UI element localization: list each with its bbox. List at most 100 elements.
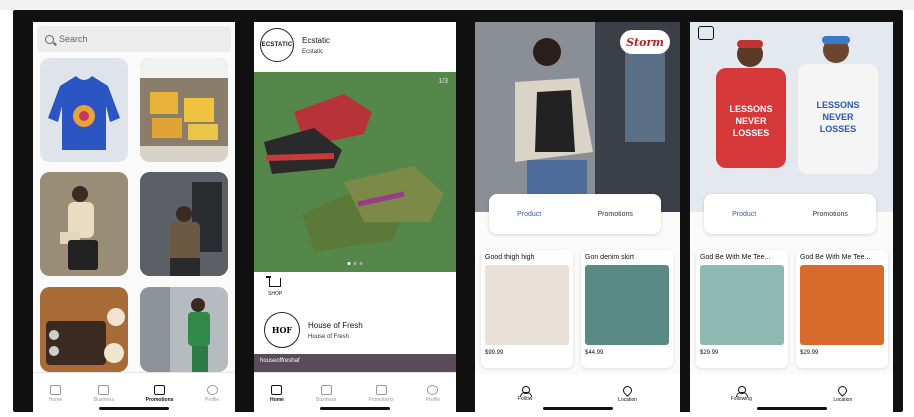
- tile-blue-hoodie[interactable]: [40, 58, 128, 162]
- gbwm-logo-icon: [698, 26, 714, 40]
- tab-business[interactable]: Business: [316, 384, 337, 403]
- man-green-image: [140, 287, 228, 372]
- profile-icon: [206, 384, 218, 395]
- store-hero-image: Storm: [475, 22, 680, 212]
- product-title: Good thigh high: [485, 254, 535, 261]
- tab-home[interactable]: Home: [270, 384, 284, 403]
- store2-name: House of Fresh: [308, 320, 363, 330]
- svg-text:LOSSES: LOSSES: [820, 124, 857, 134]
- tab-business-label: Business: [316, 396, 337, 403]
- location-label: Location: [618, 396, 638, 403]
- hof-logo: HOF: [264, 312, 300, 348]
- product-image: [485, 265, 569, 345]
- profile-icon: [427, 384, 439, 395]
- tab-profile[interactable]: Profile: [205, 384, 220, 403]
- segment-product[interactable]: Product: [517, 211, 541, 218]
- location-button[interactable]: Location: [618, 383, 638, 403]
- svg-text:LOSSES: LOSSES: [733, 128, 770, 138]
- product-price: $29.99: [800, 350, 819, 356]
- image-counter: 1/3: [438, 78, 448, 85]
- product-price: $29.99: [700, 350, 719, 356]
- search-bar[interactable]: Search: [37, 26, 231, 52]
- location-button[interactable]: Location: [833, 383, 853, 403]
- product-card[interactable]: God Be With Me Tee... $29.99: [696, 250, 788, 368]
- two-men-tees-image: LESSONS NEVER LOSSES LESSONS NEVER LOSSE…: [690, 22, 893, 212]
- shop-label: SHOP: [268, 291, 283, 297]
- tab-profile[interactable]: Profile: [425, 384, 440, 403]
- home-indicator: [542, 407, 613, 410]
- segment-product[interactable]: Product: [732, 211, 756, 218]
- cart-icon: [266, 276, 282, 287]
- tab-profile-label: Profile: [205, 396, 220, 403]
- ecstatic-logo: ECSTATIC: [260, 28, 294, 62]
- segment-promotions[interactable]: Promotions: [812, 211, 847, 218]
- product-image: [585, 265, 669, 345]
- tab-promotions-label: Promotions: [368, 396, 394, 403]
- tile-yellow-boxes[interactable]: [140, 58, 228, 162]
- location-pin-icon: [621, 383, 634, 397]
- product-price: $99.99: [485, 350, 504, 356]
- location-label: Location: [833, 396, 853, 403]
- man-doorway-image: [140, 172, 228, 276]
- product-card[interactable]: Gon denim skirt $44.99: [581, 250, 673, 368]
- tile-leather-bag[interactable]: [40, 287, 128, 372]
- store-hero-image: LESSONS NEVER LOSSES LESSONS NEVER LOSSE…: [690, 22, 893, 212]
- product-card[interactable]: Good thigh high $99.99: [481, 250, 573, 368]
- person-icon: [520, 386, 533, 397]
- segment-promotions[interactable]: Promotions: [597, 211, 632, 218]
- bottom-tab-bar: Home Business Promotions Profile: [254, 372, 456, 414]
- phone-gbwm-store: LESSONS NEVER LOSSES LESSONS NEVER LOSSE…: [690, 22, 893, 414]
- post-caption-strip[interactable]: houseoffreshaf: [254, 354, 456, 372]
- phone-storm-store: Storm Product Promotions Good thigh high…: [475, 22, 680, 414]
- tab-home-label: Home: [270, 396, 284, 403]
- product-image: [800, 265, 884, 345]
- tile-man-doorway[interactable]: [140, 172, 228, 276]
- tab-profile-label: Profile: [425, 396, 440, 403]
- tile-man-suitcase[interactable]: [40, 172, 128, 276]
- store-header-house-of-fresh[interactable]: HOF House of Fresh House of Fresh: [264, 312, 363, 348]
- man-suitcase-image: [40, 172, 128, 276]
- tab-business-label: Business: [93, 396, 115, 403]
- sneakers-image: [254, 72, 456, 272]
- storm-brand-badge: Storm: [620, 30, 670, 54]
- store-name: Ecstatic: [302, 35, 331, 45]
- carousel-dots: [347, 262, 363, 265]
- tab-home[interactable]: Home: [48, 384, 63, 403]
- tab-business[interactable]: Business: [93, 384, 115, 403]
- home-icon: [271, 384, 283, 395]
- location-pin-icon: [836, 383, 850, 397]
- search-placeholder: Search: [59, 34, 88, 44]
- product-title: God Be With Me Tee...: [800, 254, 871, 261]
- hoodie-image: [48, 76, 120, 150]
- promotions-icon: [375, 384, 387, 395]
- tab-promotions[interactable]: Promotions: [146, 384, 173, 403]
- product-image: [700, 265, 784, 345]
- segment-control: Product Promotions: [704, 194, 876, 234]
- phone-store-feed: ECSTATIC Ecstatic Ecstatic 1/3 SHOP HOF …: [254, 22, 456, 414]
- product-title: God Be With Me Tee...: [700, 254, 771, 261]
- shop-button[interactable]: SHOP: [266, 276, 283, 297]
- svg-text:LESSONS: LESSONS: [816, 100, 859, 110]
- store-subtitle: Ecstatic: [302, 48, 324, 55]
- person-icon: [736, 386, 749, 397]
- svg-text:NEVER: NEVER: [735, 116, 767, 126]
- following-button[interactable]: Following: [731, 386, 752, 402]
- product-price: $44.99: [585, 350, 604, 356]
- product-title: Gon denim skirt: [585, 254, 635, 261]
- follow-button[interactable]: Follow: [518, 386, 532, 402]
- top-strip: [0, 0, 914, 10]
- post-image-sneakers[interactable]: [254, 72, 456, 272]
- store-icon: [98, 384, 110, 395]
- tab-home-label: Home: [48, 396, 63, 403]
- product-card[interactable]: God Be With Me Tee... $29.99: [796, 250, 888, 368]
- home-indicator: [99, 407, 169, 410]
- boxes-image: [140, 58, 228, 162]
- bottom-tab-bar: Home Business Promotions Profile: [33, 372, 235, 414]
- tile-man-green-jacket[interactable]: [140, 287, 228, 372]
- search-icon: [45, 34, 54, 44]
- tab-promotions[interactable]: Promotions: [368, 384, 394, 403]
- home-indicator: [320, 407, 390, 410]
- svg-text:NEVER: NEVER: [822, 112, 854, 122]
- store-header-ecstatic[interactable]: ECSTATIC Ecstatic Ecstatic: [260, 28, 330, 62]
- home-indicator: [756, 407, 827, 410]
